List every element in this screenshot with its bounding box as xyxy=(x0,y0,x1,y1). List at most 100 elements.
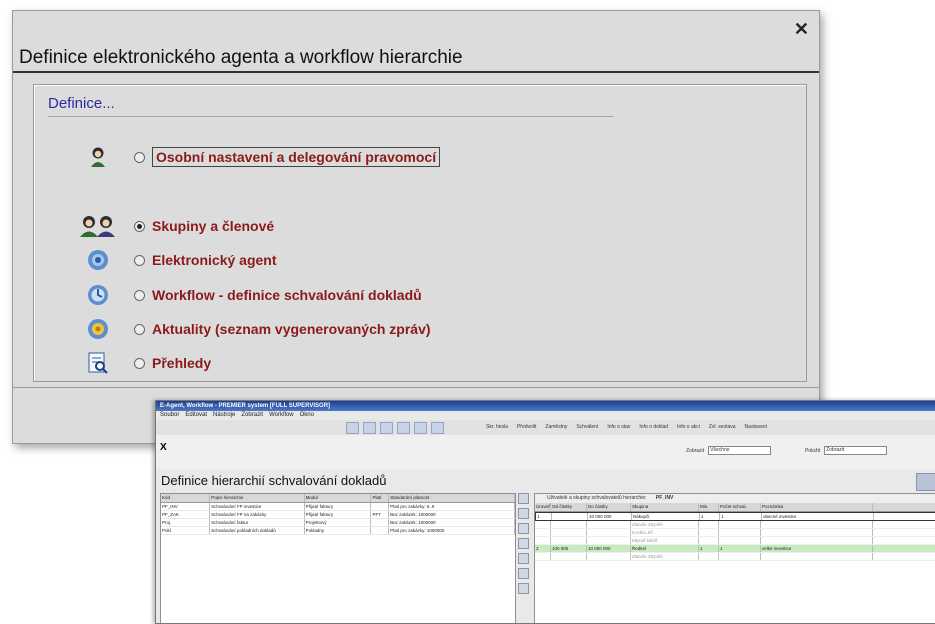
cell: 10 000 000 xyxy=(587,545,631,552)
cell: Platí pro zakázky: 6..9 xyxy=(389,503,515,510)
cell xyxy=(371,519,390,526)
table-caption: Uživatelé a skupiny schvalovatelů hierar… xyxy=(535,494,935,503)
menu-item[interactable]: Zobrazit xyxy=(241,411,263,420)
radio-reports[interactable] xyxy=(134,357,145,369)
legend-divider xyxy=(48,116,614,117)
toolbar-action[interactable]: Zvl. sestava xyxy=(709,420,736,435)
option-workflow[interactable]: Workflow - definice schvalování dokladů xyxy=(78,281,422,309)
option-personal-settings[interactable]: Osobní nastavení a delegování pravomocí xyxy=(78,143,441,171)
column-header[interactable]: Skupina xyxy=(631,503,699,511)
menu-item[interactable]: Workflow xyxy=(269,411,294,420)
nav-button[interactable] xyxy=(518,583,529,594)
filter-select[interactable]: Všechno xyxy=(708,446,772,455)
toolbar-action[interactable]: Info o akci xyxy=(677,420,700,435)
cell: Mlynář Miloš xyxy=(631,537,699,544)
group-icon xyxy=(78,212,118,240)
toolbar-button[interactable] xyxy=(380,422,393,434)
close-icon[interactable]: X xyxy=(160,442,167,453)
menu-item[interactable]: Soubor xyxy=(160,411,179,420)
column-header[interactable]: Platí xyxy=(371,494,390,502)
column-header[interactable]: Popis hierarchie xyxy=(210,494,305,502)
option-groups-members[interactable]: Skupiny a členové xyxy=(78,212,274,240)
cell: PF_ZAK xyxy=(161,511,211,518)
toolbar-action[interactable]: Nastavení xyxy=(745,420,768,435)
option-label: Přehledy xyxy=(152,355,212,371)
filter2-select[interactable]: Zobrazit xyxy=(824,446,888,455)
menu-item[interactable]: Okno xyxy=(300,411,314,420)
menu-item[interactable]: Editovat xyxy=(185,411,207,420)
agent-icon xyxy=(78,246,118,274)
column-header[interactable]: Počet schval. xyxy=(719,503,761,511)
dialog-title: Definice elektronického agenta a workflo… xyxy=(19,47,463,68)
cell: 1 xyxy=(719,545,761,552)
toolbar-action[interactable]: Předvolit xyxy=(517,420,536,435)
toolbar-button[interactable] xyxy=(397,422,410,434)
option-reports[interactable]: Přehledy xyxy=(78,349,211,377)
table-row[interactable]: Kostka Jiří xyxy=(535,529,935,537)
cell: Přijaté faktury xyxy=(305,511,372,518)
menu-item[interactable]: Nástroje xyxy=(213,411,235,420)
cell: Schvalování faktur xyxy=(210,519,305,526)
column-header[interactable]: Úroveň xyxy=(535,503,551,511)
toolbar-button[interactable] xyxy=(414,422,427,434)
filter2-label: Položit xyxy=(805,447,821,454)
cell xyxy=(371,503,390,510)
table-row[interactable]: PF_INV Schvalování FP investice Přijaté … xyxy=(161,503,515,511)
nav-button[interactable] xyxy=(518,568,529,579)
radio-workflow[interactable] xyxy=(134,289,145,301)
table-row[interactable]: 2 100 000 10 000 000 Ředitel 1 1 velké i… xyxy=(535,545,935,553)
approvers-table: Uživatelé a skupiny schvalovatelů hierar… xyxy=(534,493,935,623)
table-row[interactable]: Zlatuše Zbyněk xyxy=(535,553,935,561)
toolbar-button[interactable] xyxy=(363,422,376,434)
cell: Proj. xyxy=(161,519,211,526)
radio-personal-settings[interactable] xyxy=(134,151,145,163)
cell: Schvalování FP na zakázky xyxy=(210,511,305,518)
column-header[interactable]: Poznámka xyxy=(761,503,873,511)
cell: Platí pro zakázky: 1000000 xyxy=(389,527,515,534)
radio-groups-members[interactable] xyxy=(134,220,145,232)
column-header[interactable]: Standardní platnost xyxy=(389,494,515,502)
cell: Schvalování FP investice xyxy=(210,503,305,510)
table-row[interactable]: Proj. Schvalování faktur Projektový Bez … xyxy=(161,519,515,527)
toolbar: Skr. hesla Předvolit Zaměstny Schválení … xyxy=(156,420,935,436)
option-electronic-agent[interactable]: Elektronický agent xyxy=(78,246,277,274)
toolbar-button[interactable] xyxy=(431,422,444,434)
nav-button[interactable] xyxy=(518,508,529,519)
toolbar-action[interactable]: Schválení xyxy=(576,420,598,435)
toolbar-action[interactable]: Info o stav xyxy=(607,420,630,435)
close-icon[interactable]: ✕ xyxy=(794,19,809,40)
print-icon[interactable] xyxy=(916,473,935,491)
toolbar-action[interactable]: Zaměstny xyxy=(545,420,567,435)
cell: PF_INV xyxy=(161,503,211,510)
cell: 1 xyxy=(536,513,552,520)
column-header[interactable]: Min. xyxy=(699,503,719,511)
toolbar-button[interactable] xyxy=(346,422,359,434)
nav-button[interactable] xyxy=(518,553,529,564)
table-row[interactable]: Mlynář Miloš xyxy=(535,537,935,545)
nav-button[interactable] xyxy=(518,538,529,549)
cell: 1 xyxy=(720,513,762,520)
cell: Zlatuše Zbyněk xyxy=(631,521,699,528)
table-row[interactable]: PF_ZAK Schvalování FP na zakázky Přijaté… xyxy=(161,511,515,519)
page-title: Definice hierarchií schvalování dokladů xyxy=(161,473,387,488)
toolbar-action[interactable]: Skr. hesla xyxy=(486,420,508,435)
option-label: Aktuality (seznam vygenerovaných zpráv) xyxy=(152,321,431,337)
toolbar-action[interactable]: Info o doklad xyxy=(639,420,668,435)
filter-bar: Zobrazit Všechno Položit Zobrazit xyxy=(686,446,888,455)
column-header[interactable]: Od částky xyxy=(551,503,587,511)
nav-button[interactable] xyxy=(518,523,529,534)
option-news[interactable]: Aktuality (seznam vygenerovaných zpráv) xyxy=(78,315,431,343)
cell: Pokl. xyxy=(161,527,211,534)
radio-news[interactable] xyxy=(134,323,145,335)
nav-button[interactable] xyxy=(518,493,529,504)
column-header[interactable]: Modul xyxy=(305,494,372,502)
table-row[interactable]: Zlatuše Zbyněk xyxy=(535,521,935,529)
column-header[interactable]: Do částky xyxy=(587,503,631,511)
cell: PFT xyxy=(371,511,390,518)
column-header[interactable]: Kód xyxy=(161,494,211,502)
cell: 2 xyxy=(535,545,551,552)
table-row[interactable]: 1 10 000 000 Nákupčí 1 1 obecné investic… xyxy=(535,512,935,521)
table-row[interactable]: Pokl. Schvalování pokladních dokladů Pok… xyxy=(161,527,515,535)
radio-electronic-agent[interactable] xyxy=(134,254,145,266)
cell: Nákupčí xyxy=(632,513,700,520)
